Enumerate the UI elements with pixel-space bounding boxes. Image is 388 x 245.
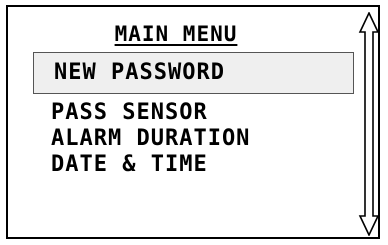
menu-title-text: MAIN MENU <box>114 22 238 46</box>
menu-item-pass-sensor[interactable]: PASS SENSOR <box>51 100 208 126</box>
menu-item-date-time[interactable]: DATE & TIME <box>51 152 208 178</box>
double-arrow-vertical-icon <box>358 11 380 237</box>
menu-item-alarm-duration[interactable]: ALARM DURATION <box>51 126 250 152</box>
lcd-screen: MAIN MENU NEW PASSWORD PASS SENSOR ALARM… <box>6 5 380 239</box>
menu-item-new-password[interactable]: NEW PASSWORD <box>33 52 354 94</box>
scrollbar[interactable] <box>358 11 380 237</box>
menu-title: MAIN MENU <box>8 21 344 47</box>
